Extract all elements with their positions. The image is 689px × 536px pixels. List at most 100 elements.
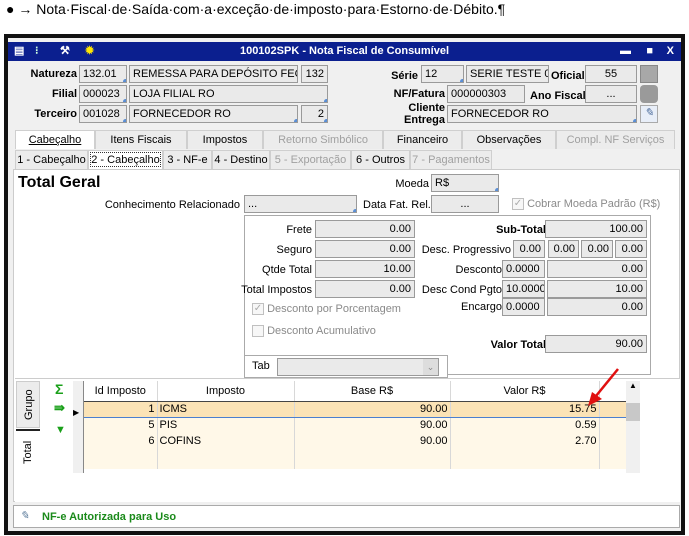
terceiro-label: Terceiro: [34, 108, 77, 120]
valor-total-label: Valor Total: [490, 339, 546, 351]
tab-cabecalho[interactable]: Cabeçalho: [15, 130, 95, 149]
nf-fatura-input[interactable]: 000000303: [447, 85, 525, 103]
desconto-acumulativo-checkbox[interactable]: Desconto Acumulativo: [252, 325, 376, 338]
table-row[interactable]: 5 PIS 90.00 0.59: [84, 417, 627, 433]
table-row[interactable]: 1 ICMS 90.00 15.75: [84, 400, 627, 418]
subtab-6-outros[interactable]: 6 - Outros: [351, 150, 410, 169]
cobrar-moeda-label: Cobrar Moeda Padrão (R$): [527, 198, 661, 210]
sigma-icon[interactable]: Σ: [55, 381, 63, 397]
wrench-icon[interactable]: ⚒: [60, 42, 70, 61]
subtab-7-pagamentos[interactable]: 7 - Pagamentos: [410, 150, 492, 169]
minimize-button[interactable]: ▬: [620, 42, 631, 61]
oficial-button[interactable]: [640, 65, 658, 83]
tab-impostos[interactable]: Impostos: [187, 130, 263, 149]
nf-fatura-label: NF/Fatura: [393, 88, 445, 100]
subtab-2-cabecalho[interactable]: 2 - Cabeçalho: [88, 150, 163, 169]
serie-desc-input[interactable]: SERIE TESTE 01.1: [466, 65, 549, 83]
conhecimento-label: Conhecimento Relacionado: [104, 199, 240, 211]
seguro-input[interactable]: 0.00: [315, 240, 415, 258]
ano-fiscal-button[interactable]: [640, 85, 658, 103]
nota-fiscal-window: ▤ ⁝ ⚒ ✹ 100102SPK - Nota Fiscal de Consu…: [4, 34, 685, 535]
filial-code-input[interactable]: 000023: [79, 85, 127, 103]
desc-progressivo-3[interactable]: 0.00: [581, 240, 613, 258]
moeda-label: Moeda: [395, 178, 429, 190]
desconto-input[interactable]: 0.00: [547, 260, 647, 278]
tab-itens-fiscais[interactable]: Itens Fiscais: [95, 130, 187, 149]
cobrar-moeda-checkbox[interactable]: ✓ Cobrar Moeda Padrão (R$): [512, 198, 661, 211]
subtab-5-exportacao[interactable]: 5 - Exportação: [270, 150, 351, 169]
total-impostos-input[interactable]: 0.00: [315, 280, 415, 298]
tab-observacoes[interactable]: Observações: [462, 130, 556, 149]
valor-total-input[interactable]: 90.00: [545, 335, 647, 353]
desc-cond-pgto-pct-input[interactable]: 10.0000: [502, 280, 545, 298]
desc-cond-pgto-input[interactable]: 10.00: [547, 280, 647, 298]
desconto-porcentagem-label: Desconto por Porcentagem: [267, 303, 401, 315]
tab-retorno-simbolico[interactable]: Retorno Simbólico: [263, 130, 383, 149]
tab-financeiro[interactable]: Financeiro: [383, 130, 462, 149]
desconto-acumulativo-label: Desconto Acumulativo: [267, 325, 376, 337]
table-row[interactable]: 6 COFINS 90.00 2.70: [84, 433, 627, 449]
subtab-3-nfe[interactable]: 3 - NF-e: [163, 150, 212, 169]
title-bar: ▤ ⁝ ⚒ ✹ 100102SPK - Nota Fiscal de Consu…: [8, 42, 681, 61]
col-base[interactable]: Base R$: [294, 381, 451, 402]
menu-icon[interactable]: ▤: [14, 42, 24, 61]
grid-scrollbar[interactable]: ▲: [626, 381, 640, 473]
desc-progressivo-4[interactable]: 0.00: [615, 240, 647, 258]
cliente-entrega-label-line1: Cliente: [408, 102, 445, 114]
data-fat-input[interactable]: ...: [431, 195, 499, 213]
qtde-total-input[interactable]: 10.00: [315, 260, 415, 278]
cell-valor: 15.75: [450, 400, 600, 418]
edit-pencil-icon: ✎: [20, 510, 30, 522]
desc-progressivo-2[interactable]: 0.00: [548, 240, 579, 258]
tab-select[interactable]: [277, 358, 439, 376]
encargo-input[interactable]: 0.00: [547, 298, 647, 316]
encargo-pct-input[interactable]: 0.0000: [502, 298, 545, 316]
desconto-porcentagem-checkbox[interactable]: ✓ Desconto por Porcentagem: [252, 303, 401, 316]
terceiro-code-input[interactable]: 001028: [79, 105, 127, 123]
natureza-num-input[interactable]: 132: [301, 65, 328, 83]
cell-id: 5: [84, 417, 158, 433]
subtab-4-destino[interactable]: 4 - Destino: [212, 150, 270, 169]
serie-code-input[interactable]: 12: [421, 65, 464, 83]
frete-input[interactable]: 0.00: [315, 220, 415, 238]
export-icon[interactable]: ⇛: [54, 400, 65, 416]
chevron-down-icon[interactable]: ⌄: [423, 359, 438, 375]
subtab-1-cabecalho[interactable]: 1 - Cabeçalho: [15, 150, 88, 169]
edit-pencil-icon[interactable]: ✎: [640, 105, 658, 123]
row-indicator-column: ▶: [73, 381, 84, 473]
moeda-input[interactable]: R$: [431, 174, 499, 192]
cliente-entrega-input[interactable]: FORNECEDOR RO: [447, 105, 637, 123]
terceiro-desc-input[interactable]: FORNECEDOR RO: [129, 105, 298, 123]
desc-progressivo-1[interactable]: 0.00: [513, 240, 545, 258]
tab-compl-nf-servicos[interactable]: Compl. NF Serviços: [556, 130, 675, 149]
oficial-input[interactable]: 55: [585, 65, 637, 83]
close-button[interactable]: X: [667, 42, 674, 61]
red-arrow-annotation: [588, 368, 619, 406]
status-text: NF-e Autorizada para Uso: [42, 511, 177, 523]
maximize-button[interactable]: ■: [646, 42, 653, 61]
col-valor[interactable]: Valor R$: [450, 381, 600, 402]
cell-imposto: PIS: [157, 417, 295, 433]
traffic-light-icon[interactable]: ⁝: [35, 42, 39, 61]
conhecimento-input[interactable]: ...: [244, 195, 357, 213]
natureza-code-input[interactable]: 132.01: [79, 65, 127, 83]
oficial-label: Oficial: [551, 70, 585, 82]
desconto-pct-input[interactable]: 0.0000: [502, 260, 545, 278]
desconto-label: Desconto: [455, 264, 502, 276]
cell-valor: 0.59: [450, 417, 600, 433]
scroll-up-icon[interactable]: ▲: [626, 381, 640, 395]
side-tab-total[interactable]: Total: [16, 429, 40, 473]
col-imposto[interactable]: Imposto: [157, 381, 295, 402]
scrollbar-thumb[interactable]: [626, 403, 640, 421]
ano-fiscal-input[interactable]: ...: [585, 85, 637, 103]
filial-desc-input[interactable]: LOJA FILIAL RO: [129, 85, 328, 103]
side-tab-grupo[interactable]: Grupo: [16, 381, 40, 428]
terceiro-num-input[interactable]: 2: [301, 105, 328, 123]
col-id-imposto[interactable]: Id Imposto: [84, 381, 158, 402]
lightbulb-icon[interactable]: ✹: [85, 42, 94, 61]
natureza-desc-input[interactable]: REMESSA PARA DEPÓSITO FECHADC: [129, 65, 298, 83]
checkmark-icon: ✓: [512, 198, 524, 211]
cell-base: 90.00: [294, 433, 451, 449]
filter-down-icon[interactable]: ▼: [55, 424, 66, 436]
subtotal-input[interactable]: 100.00: [545, 220, 647, 238]
